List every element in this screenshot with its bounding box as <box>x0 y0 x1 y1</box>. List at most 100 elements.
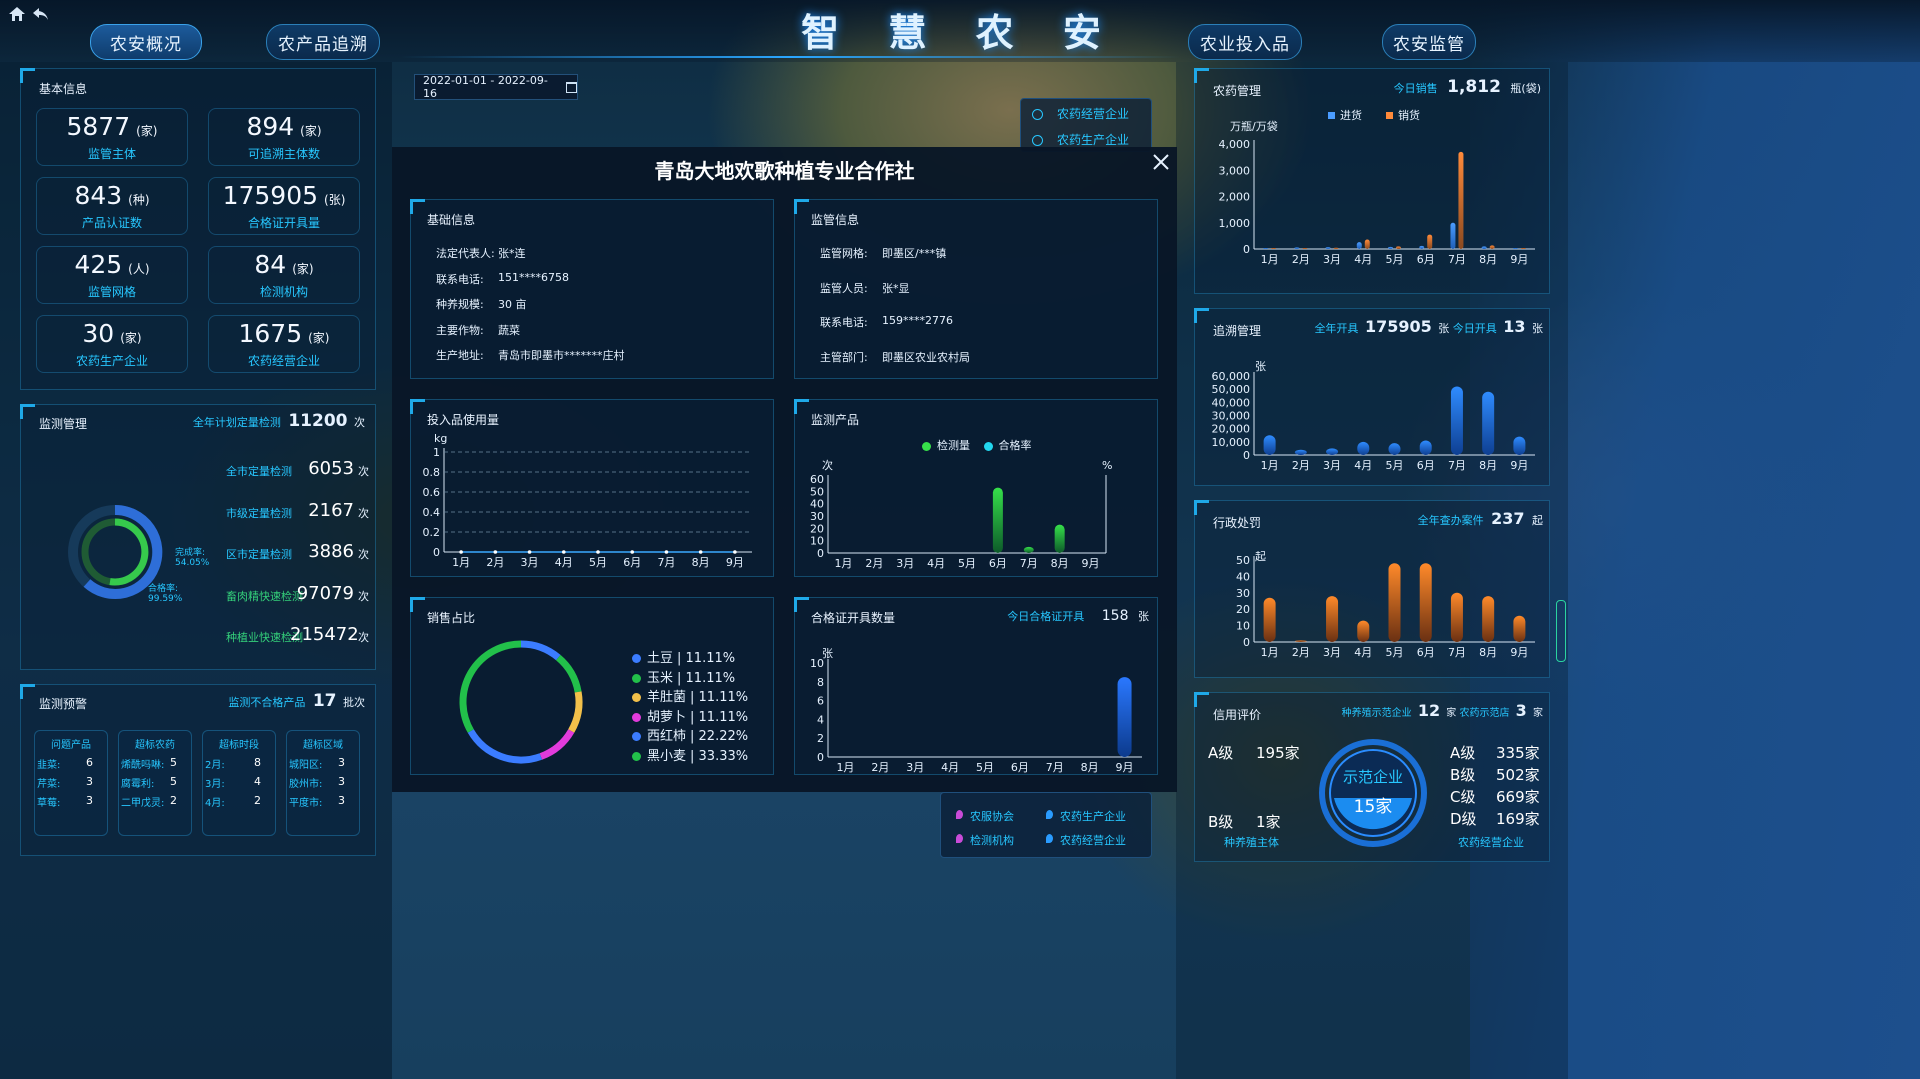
line-point <box>459 550 463 554</box>
pesticide-summary-label: 今日销售 <box>1393 82 1438 95</box>
monitor-summary-value: 11200 <box>288 411 348 431</box>
y-tick-label: 40 <box>1236 570 1250 583</box>
legend-swatch <box>1328 112 1335 119</box>
x-tick-label: 9月 <box>1116 761 1134 773</box>
y-axis-title: kg <box>434 432 447 445</box>
y-tick-label: 60 <box>810 473 824 486</box>
credit-demo-value-2: 3 <box>1515 701 1527 720</box>
credit-grade-label: C级 <box>1450 788 1476 806</box>
bar <box>992 487 1003 553</box>
x-tick-label: 3月 <box>906 761 924 773</box>
stat-label: 农药生产企业 <box>75 354 148 368</box>
map-legend-label: 农药经营企业 <box>1060 834 1126 847</box>
warning-item-value: 3 <box>338 794 345 807</box>
legend-label-pass: 合格率 <box>998 439 1032 452</box>
legend-item-pesticide-production[interactable]: 农药生产企业 <box>1032 131 1129 148</box>
sales-legend-value: | 11.11% <box>677 651 736 666</box>
field-label: 生产地址: <box>436 349 484 362</box>
stat-card: 175905 (张) 合格证开具量 <box>194 175 374 245</box>
warning-item-label: 城阳区: <box>289 760 323 771</box>
trace-year-value: 175905 <box>1364 317 1432 336</box>
panel-corner <box>1194 500 1209 515</box>
line-point <box>664 550 669 554</box>
x-tick-label: 6月 <box>1417 646 1435 659</box>
y-tick-label: 0 <box>433 546 440 559</box>
field-value: 青岛市即墨市*******庄村 <box>498 349 625 362</box>
bar <box>1450 592 1463 642</box>
y-tick-label: 6 <box>817 695 824 708</box>
trace-year-unit: 张 <box>1438 322 1450 335</box>
panel-corner <box>1194 68 1209 83</box>
legend-item-pesticide-business[interactable]: 农药经营企业 <box>1032 105 1129 122</box>
home-icon[interactable] <box>8 6 26 22</box>
certificate-title: 合格证开具数量 <box>811 611 896 625</box>
back-icon[interactable] <box>32 6 50 22</box>
x-tick-label: 2月 <box>1292 646 1310 659</box>
legend-dot <box>632 654 641 663</box>
warning-item-label: 烯酰吗啉: <box>121 760 165 771</box>
field-value: 151****6758 <box>498 270 569 284</box>
date-range-picker[interactable]: 2022-01-01 - 2022-09-16 <box>414 74 578 100</box>
x-tick-label: 3月 <box>1323 646 1341 659</box>
nav-supervision-button[interactable]: 农安监管 <box>1382 24 1476 60</box>
pesticide-summary-value: 1,812 <box>1447 77 1501 97</box>
nav-trace-button[interactable]: 农产品追溯 <box>266 24 380 60</box>
x-tick-label: 9月 <box>726 556 744 569</box>
sales-legend-item: 黑小麦 | 33.33% <box>632 745 748 764</box>
legend-dot <box>632 732 641 741</box>
y-tick-label: 0 <box>817 751 824 764</box>
x-tick-label: 3月 <box>1323 459 1341 472</box>
trace-chart: 010,00020,00030,00040,00050,00060,000 张 1月… <box>1212 360 1535 472</box>
bar <box>1482 391 1495 455</box>
bar <box>1388 563 1401 642</box>
bar <box>1357 441 1370 455</box>
penalty-summary-label: 全年查办案件 <box>1417 514 1484 527</box>
bar <box>1481 246 1487 249</box>
pesticide-title: 农药管理 <box>1213 84 1262 98</box>
warning-item-value: 5 <box>170 775 177 788</box>
field-value: 即墨区/***镇 <box>882 247 947 260</box>
stat-label: 可追溯主体数 <box>247 147 320 161</box>
penalty-summary-unit: 起 <box>1532 514 1543 527</box>
basic-info-title: 基本信息 <box>39 82 88 96</box>
bar <box>1513 436 1526 455</box>
close-icon[interactable] <box>1152 153 1170 171</box>
x-tick-label: 8月 <box>1081 761 1099 773</box>
x-tick-label: 4月 <box>1354 646 1372 659</box>
credit-grade-label: A级 <box>1208 744 1234 762</box>
stat-label: 监管网格 <box>87 285 136 299</box>
monitor-row-value: 97079 <box>296 582 354 604</box>
credit-grade-label: D级 <box>1450 810 1477 828</box>
credit-grade-label: B级 <box>1208 813 1234 831</box>
x-tick-label: 8月 <box>1479 253 1497 266</box>
sales-legend-item: 羊肚菌 | 11.11% <box>632 686 748 705</box>
nav-overview-button[interactable]: 农安概况 <box>90 24 202 60</box>
warning-item-label: 3月: <box>205 779 225 790</box>
warning-item-label: 平度市: <box>289 798 323 809</box>
location-pin-icon <box>1046 834 1053 843</box>
legend-label: 进货 <box>1340 108 1362 122</box>
trace-title: 追溯管理 <box>1213 324 1262 338</box>
warning-title: 监测预警 <box>39 697 88 711</box>
x-tick-label: 8月 <box>1051 557 1069 570</box>
y2-axis-title: % <box>1102 459 1112 472</box>
y-axis-title: 次 <box>822 459 833 472</box>
x-tick-label: 1月 <box>836 761 854 773</box>
line-point <box>561 550 566 554</box>
bar <box>1294 449 1307 455</box>
sales-legend-label: 土豆 <box>647 651 674 666</box>
y-tick-label: 0 <box>817 547 824 560</box>
certificate-today-label: 今日合格证开具 <box>1007 610 1085 623</box>
nav-inputs-button[interactable]: 农业投入品 <box>1188 24 1302 60</box>
x-tick-label: 2月 <box>871 761 889 773</box>
certificate-today-unit: 张 <box>1138 610 1149 623</box>
monitor-row-unit: 次 <box>358 548 369 561</box>
x-tick-label: 1月 <box>1261 253 1279 266</box>
warning-summary-label: 监测不合格产品 <box>228 696 306 709</box>
modal-supervise-title: 监管信息 <box>811 213 860 227</box>
y-axis-title: 起 <box>1255 550 1266 563</box>
pesticide-summary: 今日销售 1,812 瓶(袋) <box>1394 77 1541 97</box>
warning-item-value: 4 <box>254 775 261 788</box>
line-point <box>698 550 703 554</box>
monitor-row-unit: 次 <box>358 631 369 644</box>
